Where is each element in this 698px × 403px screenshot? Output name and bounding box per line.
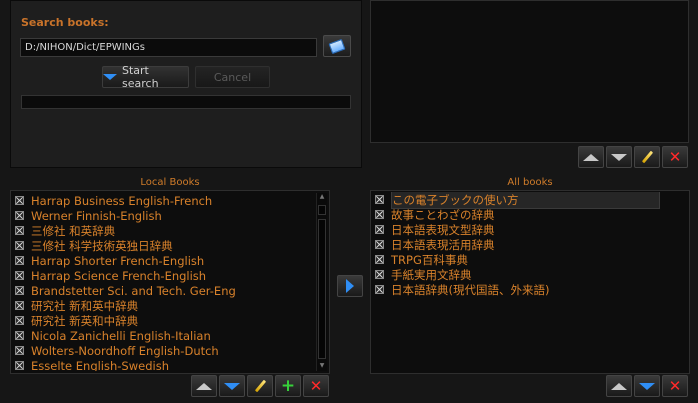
checkbox[interactable] [15,301,24,310]
close-icon: ✕ [668,147,682,166]
cancel-button[interactable]: Cancel [195,66,270,88]
scroll-up-icon[interactable]: ▲ [317,193,327,201]
local-move-down-button[interactable] [219,375,245,397]
checkbox[interactable] [375,195,384,204]
all-move-down-button[interactable] [634,375,660,397]
list-item[interactable]: Nicola Zanichelli English-Italian [15,328,312,343]
pencil-icon [254,379,266,393]
checkbox[interactable] [375,255,384,264]
folder-icon [328,38,346,54]
checkbox[interactable] [375,270,384,279]
arrow-up-icon [583,153,599,161]
list-item[interactable]: 三修社 和英辞典 [15,223,312,238]
list-item[interactable]: Brandstetter Sci. and Tech. Ger-Eng [15,283,312,298]
list-item[interactable]: Harrap Business English-French [15,193,312,208]
list-item[interactable]: Werner Finnish-English [15,208,312,223]
close-icon: ✕ [309,376,323,395]
arrow-right-icon [346,279,354,293]
close-icon: ✕ [668,376,682,395]
arrow-up-icon [611,382,627,390]
checkbox[interactable] [375,225,384,234]
results-edit-button[interactable] [634,146,660,168]
list-item[interactable]: 故事ことわざの辞典 [375,207,687,222]
list-item[interactable]: 研究社 新英和中辞典 [15,313,312,328]
list-item[interactable]: 研究社 新和英中辞典 [15,298,312,313]
checkbox[interactable] [15,211,24,220]
all-books-list: この電子ブックの使い方 故事ことわざの辞典 日本語表現文型辞典 日本語表現活用辞… [375,192,687,370]
arrow-down-icon [103,74,117,80]
list-item[interactable]: Wolters-Noordhoff English-Dutch [15,343,312,358]
add-to-all-books-button[interactable] [337,275,363,297]
checkbox[interactable] [15,271,24,280]
list-item[interactable]: 日本語辞典(現代国語、外来語) [375,282,687,297]
results-move-down-button[interactable] [606,146,632,168]
results-remove-button[interactable]: ✕ [662,146,688,168]
checkbox[interactable] [15,346,24,355]
local-remove-button[interactable]: ✕ [303,375,329,397]
list-item[interactable]: Harrap Shorter French-English [15,253,312,268]
checkbox[interactable] [15,316,24,325]
search-books-title: Search books: [21,16,109,29]
checkbox[interactable] [15,256,24,265]
search-results-panel[interactable] [370,0,689,143]
checkbox[interactable] [15,361,24,370]
local-move-up-button[interactable] [191,375,217,397]
search-progress-bar [21,95,351,109]
list-item[interactable]: Esselte English-Swedish [15,358,312,371]
checkbox[interactable] [15,286,24,295]
list-item[interactable]: 手紙実用文辞典 [375,267,687,282]
checkbox[interactable] [15,331,24,340]
checkbox[interactable] [15,241,24,250]
scroll-track [318,219,326,359]
local-books-list: Harrap Business English-French Werner Fi… [15,193,312,371]
all-remove-button[interactable]: ✕ [662,375,688,397]
all-books-label: All books [507,177,553,188]
arrow-up-icon [196,382,212,390]
cancel-label: Cancel [213,70,252,84]
checkbox[interactable] [375,210,384,219]
local-books-label: Local Books [140,177,200,188]
local-books-scrollbar[interactable]: ▲ ▼ [316,193,327,371]
list-item[interactable]: 三修社 科学技術英独日辞典 [15,238,312,253]
scroll-down-icon[interactable]: ▼ [317,362,327,370]
path-input[interactable]: D:/NIHON/Dict/EPWINGs [20,38,317,57]
local-edit-button[interactable] [247,375,273,397]
all-move-up-button[interactable] [606,375,632,397]
scroll-thumb[interactable] [318,205,326,215]
list-item[interactable]: 日本語表現文型辞典 [375,222,687,237]
checkbox[interactable] [375,285,384,294]
arrow-down-icon [639,382,655,390]
checkbox[interactable] [15,226,24,235]
start-search-label: Start search [122,64,159,90]
arrow-down-icon [611,153,627,161]
list-item[interactable]: この電子ブックの使い方 [375,192,687,209]
checkbox[interactable] [15,196,24,205]
checkbox[interactable] [375,240,384,249]
list-item[interactable]: TRPG百科事典 [375,252,687,267]
list-item[interactable]: Harrap Science French-English [15,268,312,283]
plus-icon: + [280,375,296,396]
start-search-button[interactable]: Start search [102,64,189,90]
pencil-icon [641,150,653,164]
results-move-up-button[interactable] [578,146,604,168]
browse-button[interactable] [323,35,351,57]
arrow-down-icon [224,382,240,390]
list-item[interactable]: 日本語表現活用辞典 [375,237,687,252]
local-add-button[interactable]: + [275,375,301,397]
